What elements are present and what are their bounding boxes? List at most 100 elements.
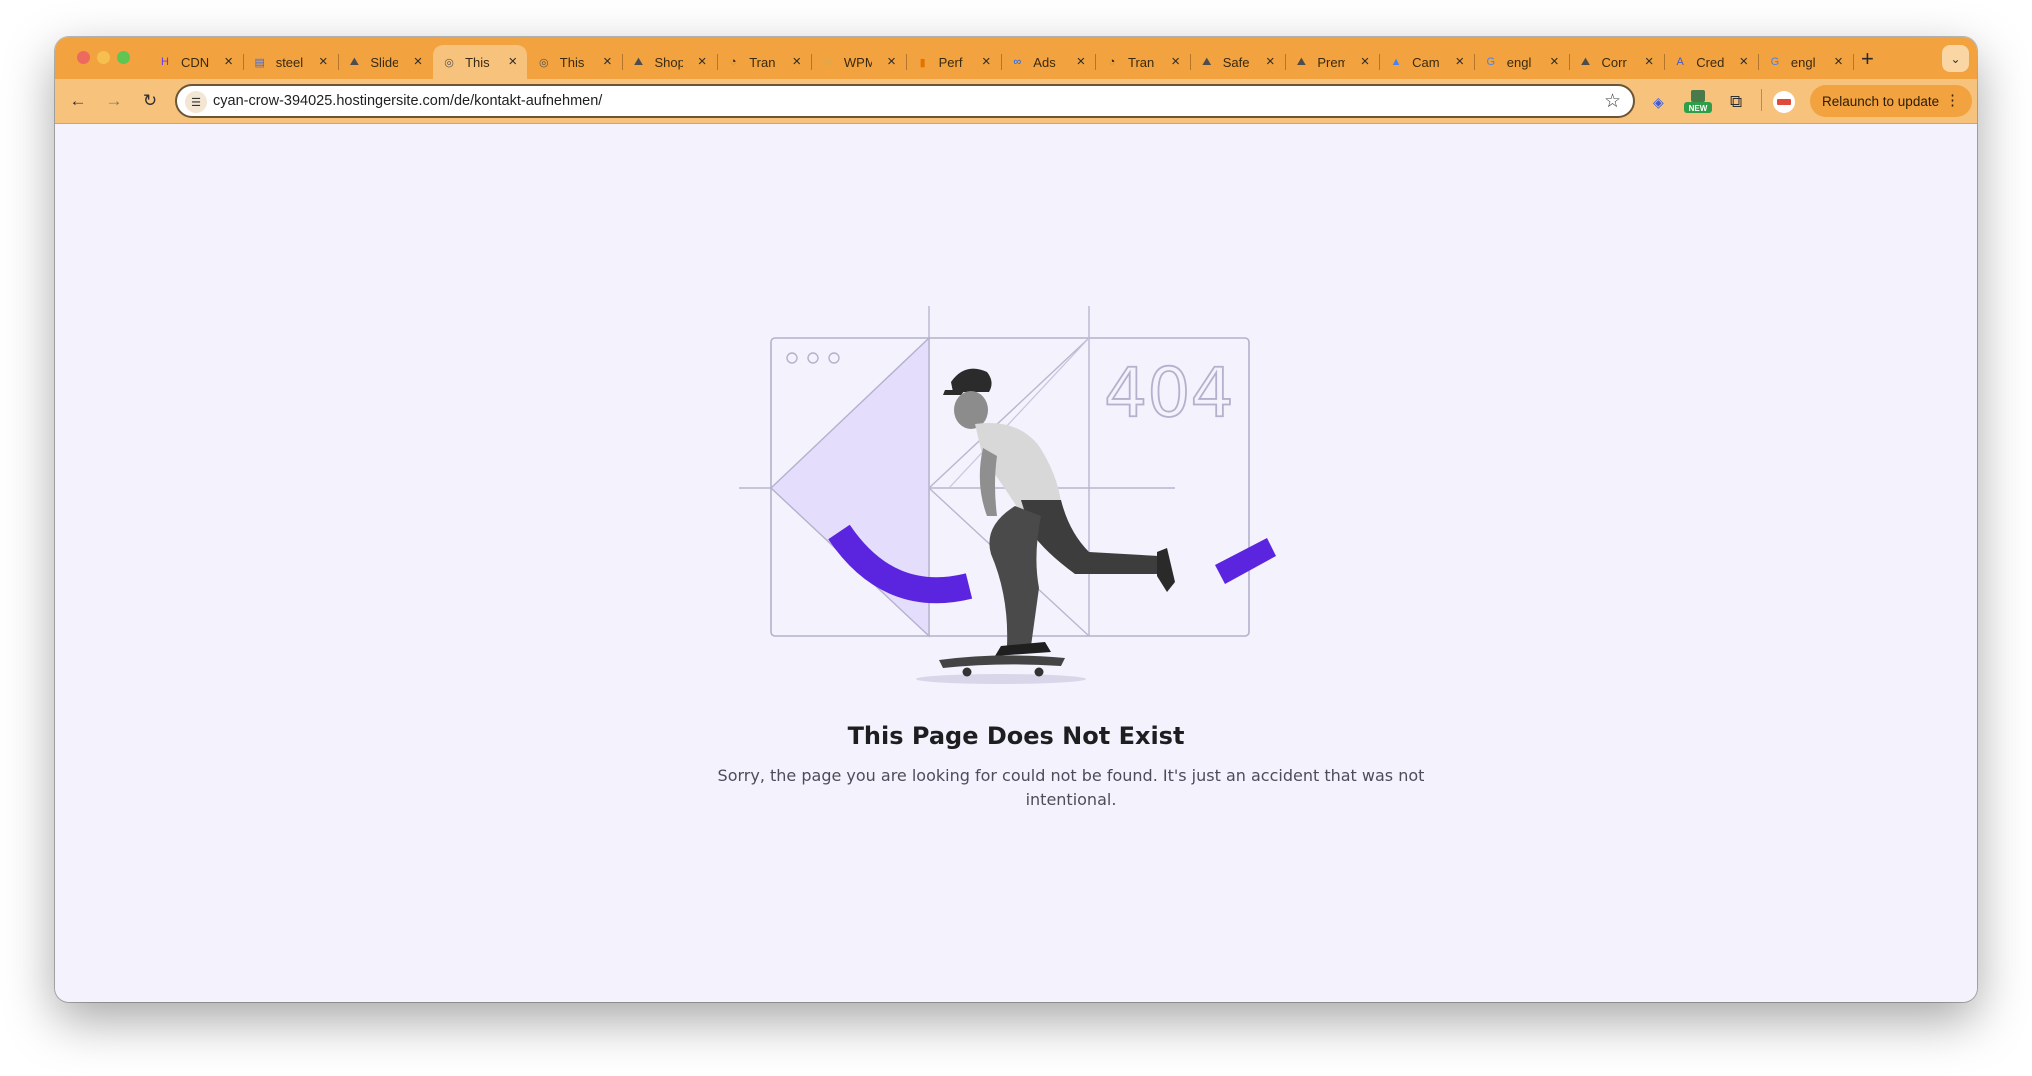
mountain-icon: ⛰ — [633, 55, 644, 68]
browser-toolbar: ← → ↻ ☰ cyan-crow-394025.hostingersite.c… — [55, 79, 1977, 124]
close-window-button[interactable] — [77, 51, 90, 64]
tab-title: This — [559, 54, 585, 70]
close-tab-icon[interactable]: × — [1645, 53, 1654, 70]
address-bar[interactable]: ☰ cyan-crow-394025.hostingersite.com/de/… — [175, 84, 1635, 118]
close-tab-icon[interactable]: × — [792, 53, 801, 70]
404-illustration: 404 — [739, 306, 1276, 684]
mountain-icon: ⛰ — [1580, 55, 1591, 68]
analytics-icon: ▮ — [919, 56, 926, 69]
close-tab-icon[interactable]: × — [224, 53, 233, 70]
google-ads-icon: ▲ — [1390, 56, 1402, 68]
toolbar-divider — [1761, 89, 1762, 111]
browser-tab[interactable]: ◔ Tran × — [717, 45, 813, 79]
tab-strip: H CDN × ▤ steel × ⛰ Slides × ◎ This × ◎ This × ⛰ Shop × ◔ T… — [55, 37, 1977, 79]
mountain-icon: ⛰ — [1296, 55, 1307, 68]
close-tab-icon[interactable]: × — [1550, 53, 1559, 70]
close-tab-icon[interactable]: × — [1739, 53, 1748, 70]
hostinger-icon: H — [161, 56, 169, 68]
browser-tab[interactable]: ⛰ Shop × — [623, 45, 718, 79]
address-text[interactable]: cyan-crow-394025.hostingersite.com/de/ko… — [213, 93, 602, 109]
browser-tab[interactable]: ⛰ Safe × — [1191, 45, 1286, 79]
close-tab-icon[interactable]: × — [887, 53, 896, 70]
browser-tab[interactable]: ⛰ Corr × — [1570, 45, 1665, 79]
maximize-window-button[interactable] — [117, 51, 130, 64]
browser-tab[interactable]: Gengl × — [1759, 45, 1854, 79]
browser-window: H CDN × ▤ steel × ⛰ Slides × ◎ This × ◎ This × ⛰ Shop × ◔ T… — [55, 37, 1977, 1002]
loop-icon: ◔ — [1108, 56, 1116, 68]
globe-icon: ◎ — [444, 56, 454, 69]
browser-tab[interactable]: ▤ steel × — [244, 45, 339, 79]
browser-tab[interactable]: ◔ Tran × — [1096, 45, 1191, 79]
tab-separator — [1852, 54, 1854, 70]
bookmark-star-icon[interactable]: ☆ — [1604, 90, 1621, 113]
tab-search-button[interactable]: ⌄ — [1942, 45, 1969, 72]
tab-title: steel — [275, 54, 304, 70]
minimize-window-button[interactable] — [97, 51, 110, 64]
tab-title: engl — [1790, 54, 1816, 70]
api-icon: A — [1676, 56, 1684, 68]
forward-button[interactable]: → — [101, 88, 127, 114]
browser-tab[interactable]: ✺ WPM × — [812, 45, 907, 79]
purple-bar-shape — [1215, 538, 1276, 584]
gear-icon: ✺ — [823, 56, 833, 69]
browser-tab[interactable]: ◎ This × — [433, 45, 528, 79]
page-content: 404 This Page Does Not Exist Sorry, the … — [55, 125, 1977, 1002]
close-tab-icon[interactable]: × — [1077, 53, 1086, 70]
tab-title: This — [465, 54, 490, 70]
close-tab-icon[interactable]: × — [1266, 53, 1275, 70]
extensions-puzzle-icon[interactable]: ⧉ — [1730, 91, 1742, 113]
mountain-icon: ⛰ — [1202, 55, 1212, 68]
page-title: This Page Does Not Exist — [847, 722, 1185, 750]
close-tab-icon[interactable]: × — [1455, 53, 1464, 70]
browser-menu-icon[interactable]: ⋮ — [1945, 91, 1960, 109]
tab-title: Safe — [1222, 54, 1250, 70]
tab-title: Perf — [938, 54, 963, 70]
reload-button[interactable]: ↻ — [137, 88, 163, 114]
meta-icon: ∞ — [1013, 56, 1022, 68]
browser-tab[interactable]: ∞ Ads × — [1001, 45, 1097, 79]
tab-title: Tran — [1128, 54, 1155, 70]
globe-icon: ◎ — [538, 56, 549, 69]
browser-tab[interactable]: A Cred × — [1664, 45, 1760, 79]
close-tab-icon[interactable]: × — [508, 53, 517, 70]
page-description: Sorry, the page you are looking for coul… — [717, 766, 1425, 809]
relaunch-to-update-button[interactable]: Relaunch to update ⋮ — [1810, 85, 1972, 117]
doc-icon: ▤ — [254, 56, 265, 69]
tab-title: Cam — [1412, 54, 1440, 70]
close-tab-icon[interactable]: × — [1834, 53, 1843, 70]
browser-tab[interactable]: H CDN × — [149, 45, 244, 79]
close-tab-icon[interactable]: × — [1361, 53, 1370, 70]
browser-tab[interactable]: ⛰ Prem × — [1285, 45, 1381, 79]
browser-tab[interactable]: ⛰ Slides × — [338, 45, 432, 79]
site-info-icon[interactable]: ☰ — [185, 91, 207, 113]
close-tab-icon[interactable]: × — [603, 53, 612, 70]
tab-title: Corr — [1601, 54, 1627, 70]
tab-title: Slides — [370, 54, 399, 70]
loop-icon: ◔ — [729, 56, 737, 68]
close-tab-icon[interactable]: × — [1171, 53, 1180, 70]
tab-title: Ads — [1033, 54, 1056, 70]
google-icon: G — [1770, 56, 1780, 68]
browser-tab[interactable]: ◎ This × — [528, 45, 623, 79]
close-tab-icon[interactable]: × — [698, 53, 707, 70]
tab-title: WPM — [843, 54, 872, 70]
browser-tab[interactable]: ▲ Cam × — [1380, 45, 1476, 79]
relaunch-label: Relaunch to update — [1822, 93, 1940, 109]
close-tab-icon[interactable]: × — [982, 53, 991, 70]
tab-title: Tran — [749, 54, 776, 70]
tab-title: Shop — [654, 54, 683, 70]
skateboard-shadow — [916, 674, 1086, 684]
tab-title: Cred — [1696, 54, 1725, 70]
new-extension-icon[interactable]: NEW — [1683, 90, 1713, 113]
translate-extension-icon[interactable]: ◈ — [1653, 91, 1664, 113]
browser-tab[interactable]: ▮ Perf × — [907, 45, 1002, 79]
mountain-icon: ⛰ — [349, 55, 360, 68]
profile-avatar[interactable] — [1773, 91, 1795, 113]
tab-title: Prem — [1317, 54, 1346, 70]
new-tab-button[interactable]: + — [1861, 46, 1874, 72]
close-tab-icon[interactable]: × — [319, 53, 328, 70]
close-tab-icon[interactable]: × — [414, 53, 423, 70]
back-button[interactable]: ← — [65, 88, 91, 114]
browser-tab[interactable]: Gengl × — [1475, 45, 1570, 79]
new-badge-label: NEW — [1689, 104, 1708, 113]
